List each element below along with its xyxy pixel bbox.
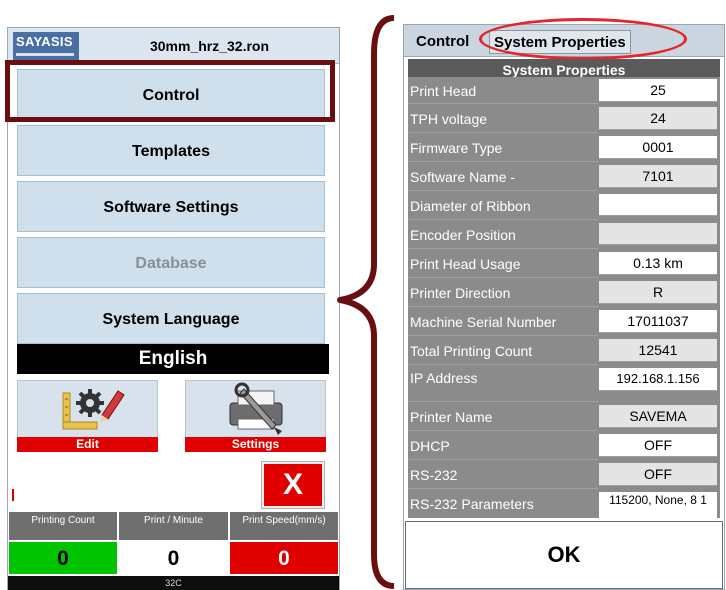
table-row: RS-232 OFF	[408, 461, 720, 489]
table-row: Print Head Usage 0.13 km	[408, 250, 720, 278]
property-key: Firmware Type	[408, 134, 598, 162]
table-row: Diameter of Ribbon	[408, 192, 720, 220]
close-button[interactable]: X	[261, 461, 325, 509]
property-value: SAVEMA	[599, 405, 717, 428]
property-key: TPH voltage	[408, 105, 598, 133]
print-speed-label: Print Speed(mm/s)	[229, 511, 339, 541]
property-value: 7101	[599, 165, 717, 188]
sayasis-logo: SAYASIS	[13, 32, 79, 62]
status-footer: 32C	[8, 576, 339, 590]
edit-tile-label: Edit	[17, 437, 158, 452]
property-key: Print Head Usage	[408, 250, 598, 278]
table-row: IP Address 192.168.1.156	[408, 366, 720, 402]
logo-text: SAYASIS	[16, 34, 73, 49]
templates-button[interactable]: Templates	[17, 125, 325, 176]
tab-highlight-ellipse	[479, 18, 687, 60]
property-value: OFF	[599, 434, 717, 457]
curly-brace-icon	[337, 15, 395, 589]
table-row: Firmware Type 0001	[408, 134, 720, 162]
property-value: 17011037	[599, 310, 717, 333]
template-filename: 30mm_hrz_32.ron	[149, 38, 270, 54]
table-row: Encoder Position	[408, 221, 720, 249]
printing-count-value: 0	[8, 541, 118, 575]
property-key: RS-232 Parameters	[408, 490, 598, 518]
property-value: 115200, None, 8 1	[599, 492, 717, 518]
property-key: IP Address	[408, 366, 598, 402]
left-panel: SAYASIS 30mm_hrz_32.ron Control Template…	[5, 27, 340, 590]
print-per-minute-value: 0	[118, 541, 229, 575]
table-row: DHCP OFF	[408, 432, 720, 460]
table-row: TPH voltage 24	[408, 105, 720, 133]
system-language-button[interactable]: System Language	[17, 293, 325, 344]
printer-wrench-icon	[229, 382, 283, 435]
settings-tile-label: Settings	[185, 437, 326, 452]
property-value: 192.168.1.156	[599, 368, 717, 391]
property-key: Encoder Position	[408, 221, 598, 249]
property-value: R	[599, 281, 717, 304]
system-properties-panel: Control System Properties System Propert…	[403, 18, 725, 590]
tab-bar: Control System Properties	[404, 18, 724, 60]
property-value: 12541	[599, 339, 717, 362]
property-value: 0001	[599, 136, 717, 159]
control-highlight-box	[5, 60, 335, 122]
ruler-gear-pencil-icon	[62, 389, 125, 430]
property-key: Machine Serial Number	[408, 308, 598, 336]
logo-tagline-strip	[16, 53, 74, 56]
property-key: Software Name -	[408, 163, 598, 191]
property-key: Print Head	[408, 77, 598, 104]
property-key: Diameter of Ribbon	[408, 192, 598, 220]
property-value	[599, 194, 717, 216]
table-row: Printer Name SAVEMA	[408, 403, 720, 431]
property-key: Printer Name	[408, 403, 598, 431]
printing-count-label: Printing Count	[8, 511, 118, 541]
property-value: 25	[599, 79, 717, 102]
property-key: DHCP	[408, 432, 598, 460]
table-row: RS-232 Parameters 115200, None, 8 1	[408, 490, 720, 518]
property-key: Total Printing Count	[408, 337, 598, 365]
property-value	[599, 223, 717, 245]
property-key: RS-232	[408, 461, 598, 489]
property-value: 0.13 km	[599, 252, 717, 275]
database-button[interactable]: Database	[17, 237, 325, 288]
table-row: Print Head 25	[408, 77, 720, 104]
property-value: 24	[599, 107, 717, 130]
print-speed-value: 0	[229, 541, 339, 575]
current-language: English	[17, 344, 329, 374]
table-row: Machine Serial Number 17011037	[408, 308, 720, 336]
ok-button[interactable]: OK	[405, 521, 723, 589]
title-bar: SAYASIS 30mm_hrz_32.ron	[8, 28, 339, 64]
properties-table-header: System Properties	[408, 59, 720, 77]
table-row: Printer Direction R	[408, 279, 720, 307]
table-row: Software Name - 7101	[408, 163, 720, 191]
software-settings-button[interactable]: Software Settings	[17, 181, 325, 232]
settings-tile[interactable]: Settings	[185, 380, 326, 452]
property-key: Printer Direction	[408, 279, 598, 307]
print-per-minute-label: Print / Minute	[118, 511, 229, 541]
property-value: OFF	[599, 463, 717, 486]
edit-tile[interactable]: Edit	[17, 380, 158, 452]
tab-control[interactable]: Control	[412, 30, 473, 54]
red-tick-mark	[12, 489, 14, 501]
properties-table[interactable]: System Properties Print Head 25 TPH volt…	[408, 59, 720, 518]
table-row: Total Printing Count 12541	[408, 337, 720, 365]
